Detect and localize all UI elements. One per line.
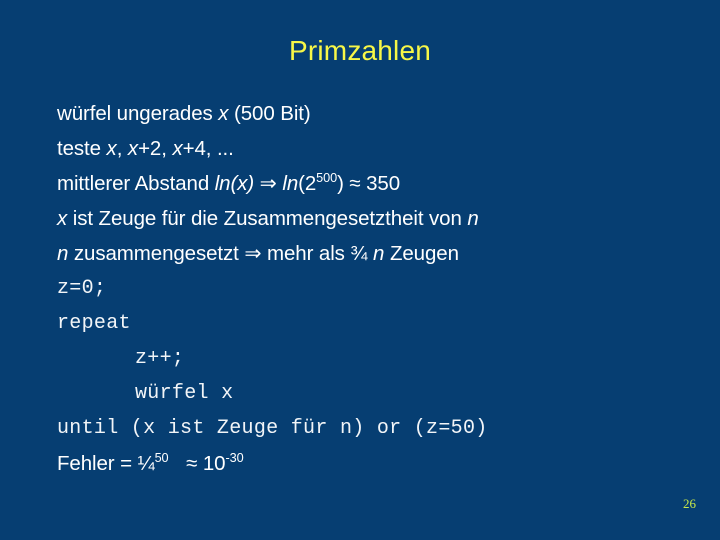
line-2-var-x3: x	[172, 137, 183, 160]
code-line-init: z=0;	[57, 277, 107, 300]
slide: Primzahlen würfel ungerades x (500 Bit) …	[0, 0, 720, 540]
page-title: Primzahlen	[288, 35, 432, 66]
body-line-4: x ist Zeuge für die Zusammengesetztheit …	[57, 201, 697, 236]
line-5-var-n2: n	[373, 242, 385, 265]
body-line-3: mittlerer Abstand ln(x) ⇒ ln(2500) ≈ 350	[57, 166, 697, 201]
body-line-2: teste x, x+2, x+4, ...	[57, 131, 697, 166]
code-line-repeat: repeat	[57, 312, 131, 335]
body-line-1: würfel ungerades x (500 Bit)	[57, 96, 697, 131]
line-4-var-x: x	[57, 207, 68, 230]
line-3-exponent: 500	[316, 170, 338, 186]
error-exponent-2: -30	[225, 450, 244, 466]
line-2-text-d: +4, ...	[182, 137, 234, 160]
code-line-until: until (x ist Zeuge für n) or (z=50)	[57, 417, 488, 440]
line-4-var-n: n	[467, 207, 479, 230]
line-3-text-b: (2	[298, 172, 317, 195]
line-3-text-c: ) ≈ 350	[337, 172, 401, 195]
code-line-wuerfel: würfel x	[135, 382, 234, 405]
line-2-var-x1: x	[106, 137, 117, 160]
page-number: 26	[683, 496, 696, 511]
line-3-log-expression-1: ln(x)	[214, 172, 255, 195]
line-2-var-x2: x	[127, 137, 139, 160]
error-exponent-1: 50	[154, 450, 169, 466]
line-4-text-a: ist Zeuge für die Zusammengesetztheit vo…	[67, 207, 468, 230]
line-3-log-expression-2: ln	[282, 172, 299, 195]
code-line-increment: z++;	[135, 347, 185, 370]
body-line-5: n zusammengesetzt ⇒ mehr als ¾ n Zeugen	[57, 236, 697, 271]
line-3-text-a: mittlerer Abstand	[57, 172, 215, 195]
implies-arrow-icon: ⇒	[254, 172, 283, 195]
slide-body: würfel ungerades x (500 Bit) teste x, x+…	[57, 96, 697, 481]
line-2-text-c: +2,	[138, 137, 173, 160]
body-line-error: Fehler = ¼50 ≈ 10-30	[57, 446, 697, 481]
line-5-var-n1: n	[57, 242, 69, 265]
line-2-text-a: teste	[57, 137, 107, 160]
line-1-text-a: würfel ungerades	[57, 102, 219, 125]
error-text-b: ≈ 10	[180, 452, 226, 475]
error-text-a: Fehler = ¼	[57, 452, 155, 475]
line-5-text-b: Zeugen	[384, 242, 459, 265]
line-1-var-x: x	[218, 102, 229, 125]
line-2-text-b: ,	[116, 137, 128, 160]
line-5-text-a: zusammengesetzt ⇒ mehr als ¾	[68, 242, 374, 265]
line-1-text-b: (500 Bit)	[228, 102, 311, 125]
